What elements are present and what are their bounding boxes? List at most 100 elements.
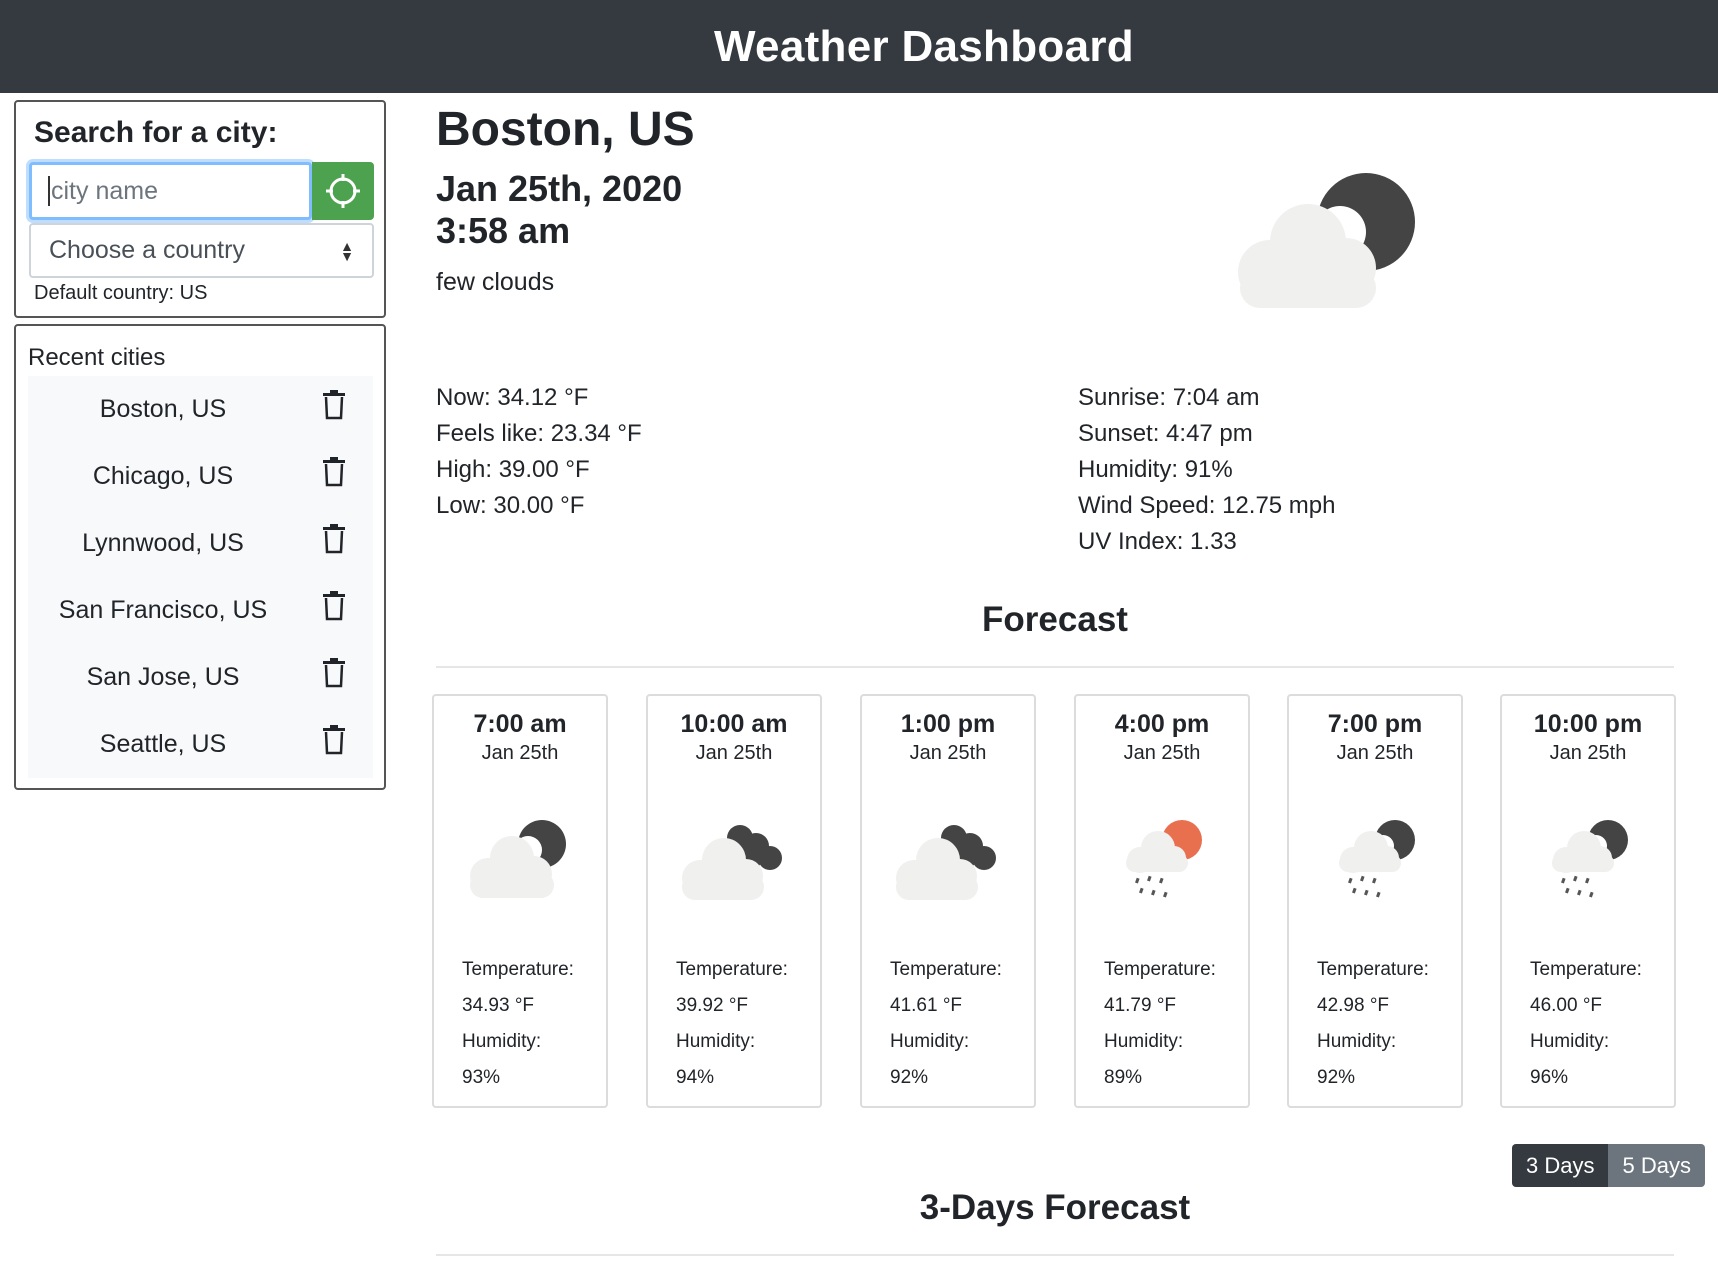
forecast-card: 7:00 pm Jan 25th Temperature: 42.98 °F H… — [1287, 694, 1463, 1108]
stat-now: Now: 34.12 °F — [436, 384, 589, 411]
city-search-placeholder: city name — [51, 176, 158, 205]
forecast-temp-label: Temperature: — [676, 959, 788, 980]
recent-city-item[interactable]: Lynnwood, US — [28, 510, 373, 577]
app-header: Weather Dashboard — [0, 0, 1718, 93]
recent-cities-list: Boston, US Chicago, US Lynnwood, US San … — [28, 376, 373, 778]
stat-feels-like: Feels like: 23.34 °F — [436, 420, 642, 447]
forecast-date: Jan 25th — [481, 742, 559, 764]
forecast-temp: 42.98 °F — [1317, 995, 1390, 1016]
days-forecast-title: 3-Days Forecast — [919, 1188, 1191, 1227]
city-search-input[interactable]: city name — [29, 162, 312, 220]
current-time: 3:58 am — [436, 210, 571, 251]
cloud-night-icon — [470, 820, 566, 898]
search-label: Search for a city: — [34, 116, 278, 149]
recent-city-name[interactable]: San Jose, US — [28, 663, 298, 692]
rain-night-icon — [1552, 820, 1628, 898]
recent-city-name[interactable]: Boston, US — [28, 395, 298, 424]
recent-city-name[interactable]: Lynnwood, US — [28, 529, 298, 558]
forecast-info: Temperature: 34.93 °F Humidity: 93% — [462, 958, 574, 1102]
forecast-info: Temperature: 41.61 °F Humidity: 92% — [890, 958, 1002, 1102]
search-panel: Search for a city: city name Choose a co… — [14, 100, 386, 318]
forecast-card: 1:00 pm Jan 25th Temperature: 41.61 °F H… — [860, 694, 1036, 1108]
forecast-humidity: 94% — [676, 1067, 715, 1088]
forecast-info: Temperature: 41.79 °F Humidity: 89% — [1104, 958, 1216, 1102]
trash-icon[interactable] — [322, 390, 346, 420]
forecast-card: 10:00 am Jan 25th Temperature: 39.92 °F … — [646, 694, 822, 1108]
trash-icon[interactable] — [322, 591, 346, 621]
trash-icon[interactable] — [322, 457, 346, 487]
stat-uv-index: UV Index: 1.33 — [1078, 528, 1237, 555]
stat-wind-speed: Wind Speed: 12.75 mph — [1078, 492, 1336, 519]
forecast-date: Jan 25th — [1336, 742, 1414, 764]
forecast-humidity-label: Humidity: — [676, 1031, 756, 1052]
five-days-button[interactable]: 5 Days — [1608, 1144, 1705, 1187]
forecast-humidity-label: Humidity: — [1530, 1031, 1610, 1052]
default-country-note: Default country: US — [34, 282, 208, 304]
recent-city-item[interactable]: San Jose, US — [28, 644, 373, 711]
trash-icon[interactable] — [322, 658, 346, 688]
forecast-temp: 41.79 °F — [1104, 995, 1177, 1016]
current-stats-left: Now: 34.12 °F Feels like: 23.34 °F High:… — [436, 384, 642, 528]
text-caret — [48, 176, 50, 206]
rain-sun-icon — [1126, 820, 1202, 898]
three-days-button[interactable]: 3 Days — [1512, 1144, 1609, 1187]
forecast-time: 10:00 pm — [1533, 710, 1643, 738]
forecast-card: 10:00 pm Jan 25th Temperature: 46.00 °F … — [1500, 694, 1676, 1108]
forecast-title: Forecast — [982, 600, 1128, 639]
forecast-temp: 41.61 °F — [890, 995, 963, 1016]
forecast-info: Temperature: 46.00 °F Humidity: 96% — [1530, 958, 1642, 1102]
forecast-humidity-label: Humidity: — [1104, 1031, 1184, 1052]
forecast-time: 10:00 am — [680, 710, 788, 738]
broken-clouds-icon — [896, 825, 996, 900]
recent-cities-panel: Recent cities Boston, US Chicago, US Lyn… — [14, 324, 386, 790]
recent-city-name[interactable]: San Francisco, US — [28, 596, 298, 625]
recent-city-name[interactable]: Seattle, US — [28, 730, 298, 759]
forecast-date: Jan 25th — [909, 742, 987, 764]
current-description: few clouds — [436, 268, 555, 296]
trash-icon[interactable] — [322, 725, 346, 755]
recent-city-name[interactable]: Chicago, US — [28, 462, 298, 491]
forecast-humidity: 92% — [1317, 1067, 1356, 1088]
country-select[interactable]: Choose a country ▲ ▼ — [29, 223, 374, 278]
forecast-card: 4:00 pm Jan 25th Temperature: 41.79 °F H… — [1074, 694, 1250, 1108]
forecast-humidity-label: Humidity: — [1317, 1031, 1397, 1052]
forecast-date: Jan 25th — [1123, 742, 1201, 764]
forecast-humidity-label: Humidity: — [462, 1031, 542, 1052]
forecast-info: Temperature: 42.98 °F Humidity: 92% — [1317, 958, 1429, 1102]
locate-button[interactable] — [312, 162, 374, 220]
stat-low: Low: 30.00 °F — [436, 492, 585, 519]
stat-sunrise: Sunrise: 7:04 am — [1078, 384, 1260, 411]
forecast-temp: 39.92 °F — [676, 995, 749, 1016]
recent-city-item[interactable]: Seattle, US — [28, 711, 373, 778]
forecast-humidity: 89% — [1104, 1067, 1143, 1088]
forecast-humidity-label: Humidity: — [890, 1031, 970, 1052]
recent-city-item[interactable]: Boston, US — [28, 376, 373, 443]
forecast-time: 7:00 pm — [1327, 710, 1423, 738]
forecast-info: Temperature: 39.92 °F Humidity: 94% — [676, 958, 788, 1102]
broken-clouds-icon — [682, 825, 782, 900]
rain-night-icon — [1339, 820, 1415, 898]
forecast-time: 1:00 pm — [900, 710, 996, 738]
forecast-humidity: 92% — [890, 1067, 929, 1088]
recent-city-item[interactable]: San Francisco, US — [28, 577, 373, 644]
forecast-time: 7:00 am — [473, 710, 567, 738]
forecast-temp-label: Temperature: — [462, 959, 574, 980]
forecast-time: 4:00 pm — [1114, 710, 1210, 738]
forecast-temp: 46.00 °F — [1530, 995, 1603, 1016]
current-city-title: Boston, US — [436, 103, 695, 156]
crosshair-icon — [326, 174, 360, 208]
recent-city-item[interactable]: Chicago, US — [28, 443, 373, 510]
app-title: Weather Dashboard — [714, 21, 1134, 71]
forecast-temp-label: Temperature: — [890, 959, 1002, 980]
forecast-humidity: 96% — [1530, 1067, 1569, 1088]
forecast-cards: 7:00 am Jan 25th Temperature: 34.93 °F H… — [432, 694, 1678, 1108]
recent-cities-title: Recent cities — [28, 344, 166, 371]
trash-icon[interactable] — [322, 524, 346, 554]
divider — [436, 666, 1674, 668]
forecast-temp-label: Temperature: — [1530, 959, 1642, 980]
country-select-value: Choose a country — [49, 236, 245, 264]
forecast-range-toggle: 3 Days 5 Days — [1512, 1144, 1705, 1187]
stat-sunset: Sunset: 4:47 pm — [1078, 420, 1253, 447]
forecast-temp-label: Temperature: — [1104, 959, 1216, 980]
forecast-date: Jan 25th — [1549, 742, 1627, 764]
